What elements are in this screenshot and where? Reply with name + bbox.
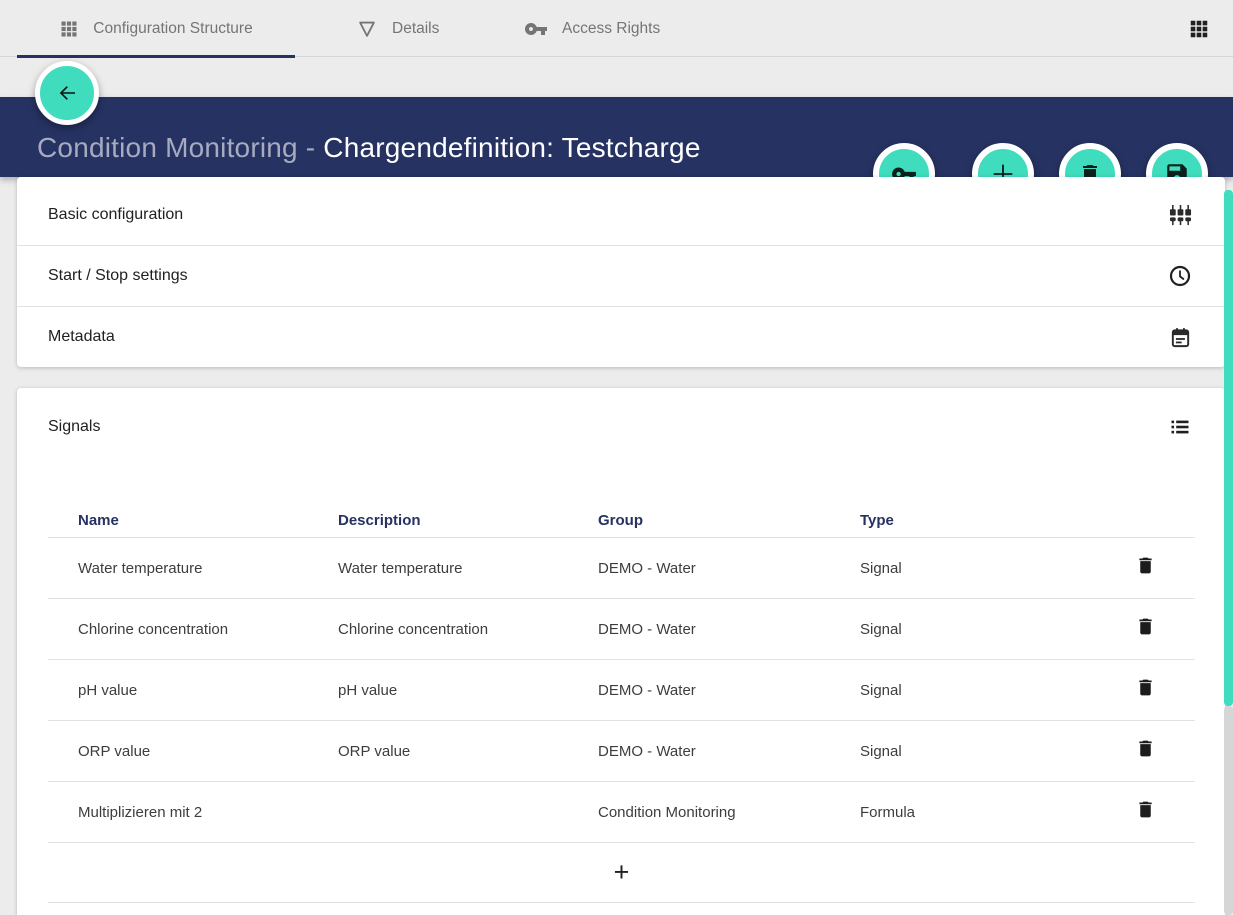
add-signal-button[interactable]: + (604, 855, 640, 890)
scrollbar-thumb[interactable] (1224, 190, 1233, 706)
table-header-row: Name Description Group Type (48, 504, 1195, 538)
delete-row-button[interactable] (1129, 549, 1162, 587)
row-label: Start / Stop settings (48, 267, 188, 285)
arrow-left-icon (55, 81, 79, 105)
row-metadata[interactable]: Metadata (17, 307, 1225, 367)
trash-icon (1135, 799, 1156, 825)
cell-description: Water temperature (338, 560, 598, 577)
page-title: Condition Monitoring - Chargendefinition… (37, 132, 701, 164)
cell-description: ORP value (338, 743, 598, 760)
signals-title: Signals (48, 418, 100, 436)
cell-type: Signal (860, 560, 1095, 577)
cell-type: Signal (860, 743, 1095, 760)
tab-label: Access Rights (562, 20, 660, 38)
table-row: Multiplizieren mit 2 Condition Monitorin… (48, 782, 1195, 843)
row-label: Basic configuration (48, 206, 183, 224)
trash-icon (1135, 677, 1156, 703)
column-header-description: Description (338, 512, 598, 529)
add-signal-row: + (48, 843, 1195, 903)
cell-group: DEMO - Water (598, 743, 860, 760)
cell-name: Multiplizieren mit 2 (78, 804, 338, 821)
column-header-type: Type (860, 512, 1095, 529)
trash-icon (1135, 738, 1156, 764)
cell-name: pH value (78, 682, 338, 699)
trash-icon (1135, 555, 1156, 581)
cell-group: Condition Monitoring (598, 804, 860, 821)
cell-description: Chlorine concentration (338, 621, 598, 638)
tab-configuration-structure[interactable]: Configuration Structure (17, 0, 295, 57)
cell-description: pH value (338, 682, 598, 699)
cell-name: Chlorine concentration (78, 621, 338, 638)
table-row: Water temperature Water temperature DEMO… (48, 538, 1195, 599)
list-icon[interactable] (1168, 415, 1192, 439)
cell-group: DEMO - Water (598, 560, 860, 577)
calendar-icon (1169, 326, 1192, 349)
row-label: Metadata (48, 328, 115, 346)
screen: Configuration Structure Details Access R… (0, 0, 1233, 915)
apps-grid-icon[interactable] (1188, 18, 1210, 40)
cell-group: DEMO - Water (598, 621, 860, 638)
delete-row-button[interactable] (1129, 671, 1162, 709)
key-icon (524, 17, 548, 41)
cell-type: Formula (860, 804, 1095, 821)
page-title-main: Chargendefinition: Testcharge (323, 132, 700, 163)
tab-details[interactable]: Details (356, 0, 439, 57)
table-row: Chlorine concentration Chlorine concentr… (48, 599, 1195, 660)
clock-icon (1168, 264, 1192, 288)
delete-row-button[interactable] (1129, 732, 1162, 770)
funnel-icon (356, 18, 378, 40)
tab-label: Configuration Structure (93, 20, 252, 38)
page-title-prefix: Condition Monitoring - (37, 132, 323, 163)
table-row: ORP value ORP value DEMO - Water Signal (48, 721, 1195, 782)
delete-row-button[interactable] (1129, 610, 1162, 648)
tab-label: Details (392, 20, 439, 38)
scrollbar (1224, 180, 1233, 915)
trash-icon (1135, 616, 1156, 642)
table-row: pH value pH value DEMO - Water Signal (48, 660, 1195, 721)
configuration-card: Basic configuration Start / Stop setting… (17, 177, 1225, 367)
delete-row-button[interactable] (1129, 793, 1162, 831)
row-start-stop-settings[interactable]: Start / Stop settings (17, 246, 1225, 307)
page-header: Condition Monitoring - Chargendefinition… (0, 97, 1233, 177)
back-button[interactable] (35, 61, 99, 125)
sliders-icon (1169, 204, 1192, 227)
cell-name: ORP value (78, 743, 338, 760)
cell-type: Signal (860, 682, 1095, 699)
grid-icon (59, 19, 79, 39)
cell-type: Signal (860, 621, 1095, 638)
cell-name: Water temperature (78, 560, 338, 577)
row-basic-configuration[interactable]: Basic configuration (17, 185, 1225, 246)
signals-card: Signals Name Description Group Type Wate… (17, 388, 1225, 915)
column-header-group: Group (598, 512, 860, 529)
column-header-name: Name (78, 512, 338, 529)
signals-table: Name Description Group Type Water temper… (48, 504, 1195, 903)
cell-group: DEMO - Water (598, 682, 860, 699)
top-tab-bar: Configuration Structure Details Access R… (0, 0, 1233, 57)
scrollbar-track[interactable] (1224, 706, 1233, 915)
tab-access-rights[interactable]: Access Rights (524, 0, 660, 57)
